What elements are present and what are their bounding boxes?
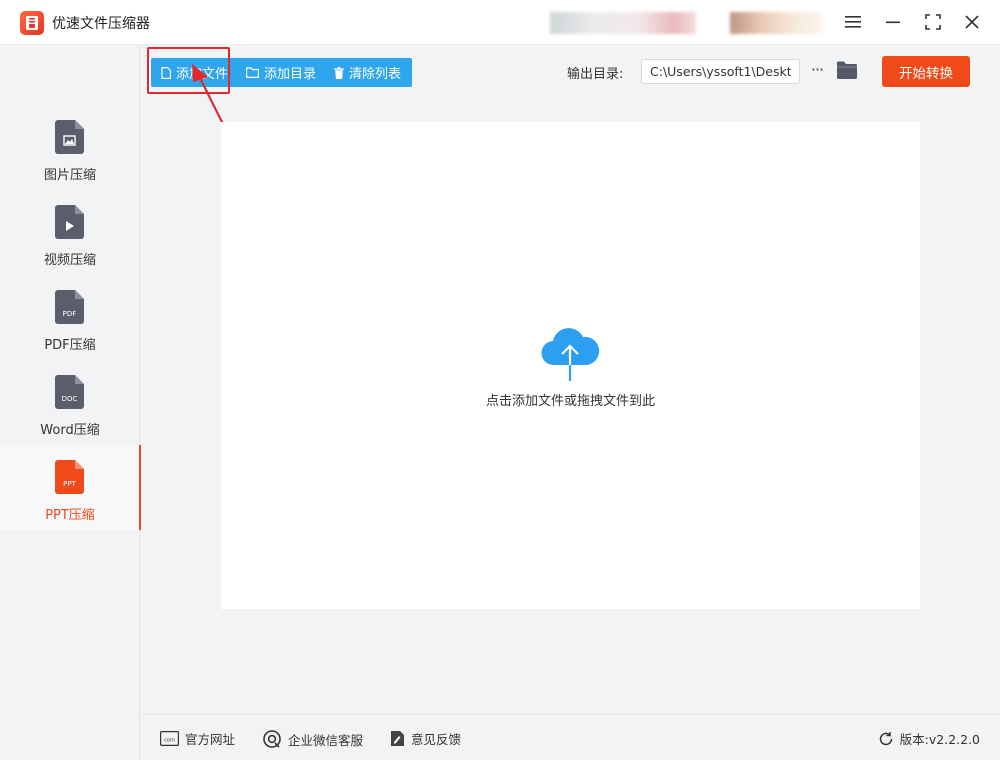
ppt-badge-text: PPT bbox=[63, 480, 76, 488]
add-folder-label: 添加目录 bbox=[264, 67, 317, 82]
trash-icon bbox=[334, 66, 345, 79]
hamburger-menu-icon bbox=[845, 16, 861, 28]
sidebar-item-image-compress[interactable]: 图片压缩 bbox=[0, 120, 140, 205]
image-file-icon bbox=[55, 120, 84, 154]
official-website-link[interactable]: com 官方网址 bbox=[160, 729, 235, 748]
svg-text:com: com bbox=[164, 738, 175, 744]
official-website-label: 官方网址 bbox=[185, 732, 236, 747]
wechat-support-icon bbox=[263, 730, 281, 748]
output-dir-label: 输出目录: bbox=[567, 67, 624, 82]
wechat-support-label: 企业微信客服 bbox=[288, 732, 364, 748]
sidebar-item-video-compress[interactable]: 视频压缩 bbox=[0, 205, 140, 290]
pdf-badge-text: PDF bbox=[63, 310, 77, 318]
video-file-icon bbox=[55, 205, 84, 239]
feedback-icon bbox=[391, 731, 404, 746]
website-icon: com bbox=[160, 731, 179, 746]
feedback-label: 意见反馈 bbox=[411, 732, 462, 747]
wechat-support-link[interactable]: 企业微信客服 bbox=[262, 729, 363, 749]
ppt-file-icon: PPT bbox=[55, 460, 84, 494]
doc-badge-text: DOC bbox=[62, 395, 78, 403]
footer-bar: com 官方网址 企业微信客服 意见反馈 版本:v2.2.2.0 bbox=[141, 714, 1000, 760]
sidebar-item-label: 视频压缩 bbox=[43, 253, 96, 268]
file-drop-zone[interactable]: 点击添加文件或拖拽文件到此 bbox=[221, 122, 920, 609]
minimize-button[interactable] bbox=[878, 8, 908, 36]
sidebar-item-label: 图片压缩 bbox=[43, 168, 96, 183]
sidebar-item-label: PPT压缩 bbox=[45, 508, 95, 523]
doc-file-icon: DOC bbox=[55, 375, 84, 409]
active-indicator bbox=[139, 445, 141, 530]
minimize-icon bbox=[886, 21, 900, 24]
blurred-avatar bbox=[730, 12, 822, 34]
menu-button[interactable] bbox=[838, 8, 868, 36]
sidebar-item-ppt-compress[interactable]: PPT PPT压缩 bbox=[0, 445, 141, 530]
refresh-icon bbox=[879, 731, 892, 745]
browse-more-button[interactable]: ··· bbox=[806, 60, 828, 82]
pdf-file-icon: PDF bbox=[55, 290, 84, 324]
maximize-button[interactable] bbox=[918, 8, 948, 36]
app-title: 优速文件压缩器 bbox=[52, 16, 150, 32]
drop-hint-text: 点击添加文件或拖拽文件到此 bbox=[485, 394, 655, 409]
clear-list-label: 清除列表 bbox=[349, 67, 402, 82]
open-folder-icon[interactable] bbox=[836, 61, 858, 80]
start-convert-button[interactable]: 开始转换 bbox=[882, 56, 970, 87]
feedback-link[interactable]: 意见反馈 bbox=[390, 729, 461, 748]
sidebar-item-label: Word压缩 bbox=[40, 423, 100, 438]
title-bar: 优速文件压缩器 bbox=[0, 0, 1000, 45]
sidebar-item-label: PDF压缩 bbox=[44, 338, 96, 353]
clear-list-button[interactable]: 清除列表 bbox=[324, 58, 409, 87]
app-logo-icon bbox=[20, 11, 44, 35]
sidebar: 图片压缩 视频压缩 PDF PDF压缩 DOC Word压缩 PPT PPT压缩 bbox=[0, 46, 141, 760]
cloud-upload-icon bbox=[541, 328, 600, 381]
close-button[interactable] bbox=[957, 8, 987, 36]
output-dir-input[interactable] bbox=[641, 59, 800, 84]
version-info: 版本:v2.2.2.0 bbox=[878, 729, 980, 748]
maximize-icon bbox=[925, 14, 941, 30]
close-icon bbox=[965, 15, 979, 29]
version-label: 版本:v2.2.2.0 bbox=[899, 732, 980, 747]
sidebar-item-pdf-compress[interactable]: PDF PDF压缩 bbox=[0, 290, 140, 375]
blurred-account-info bbox=[550, 12, 696, 34]
